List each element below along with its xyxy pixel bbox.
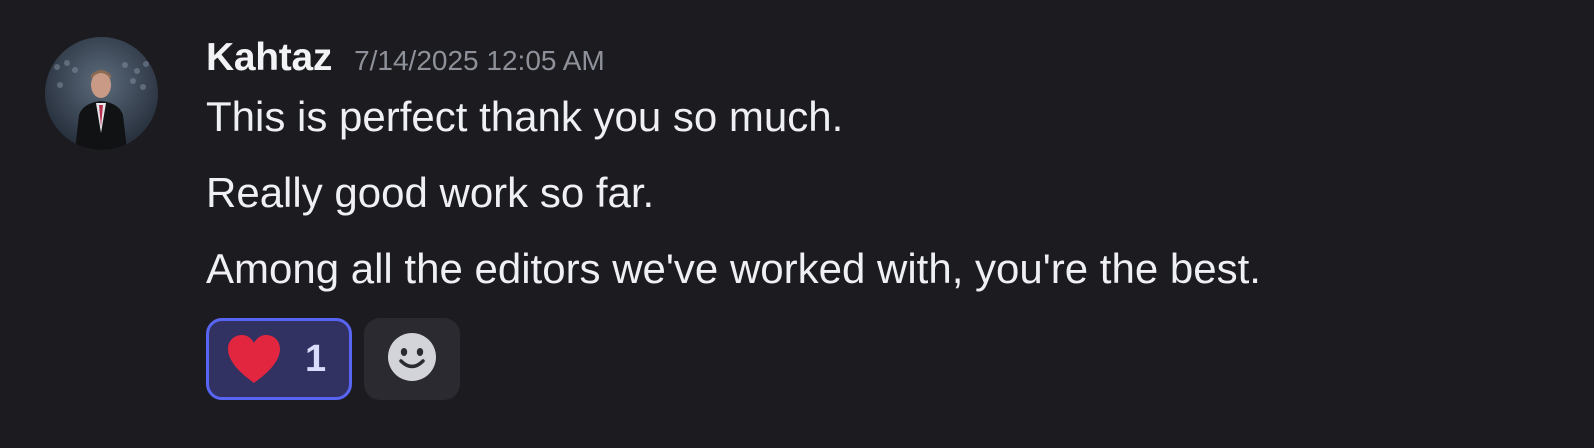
heart-reaction-button[interactable]: 1 (206, 318, 352, 400)
message-content: Kahtaz 7/14/2025 12:05 AM This is perfec… (206, 36, 1574, 400)
message-line: This is perfect thank you so much. (206, 93, 844, 140)
message-line: Really good work so far. (206, 169, 655, 216)
message-header: Kahtaz 7/14/2025 12:05 AM (206, 36, 1574, 88)
message-timestamp: 7/14/2025 12:05 AM (354, 45, 605, 76)
smiley-face-icon (387, 332, 437, 387)
avatar-photo (45, 37, 158, 150)
reactions-bar: 1 (206, 318, 1574, 400)
add-reaction-button[interactable] (364, 318, 460, 400)
heart-icon (225, 333, 283, 385)
chat-message: Kahtaz 7/14/2025 12:05 AM This is perfec… (0, 0, 1594, 448)
reaction-count: 1 (305, 337, 327, 380)
message-line: Among all the editors we've worked with,… (206, 245, 1261, 292)
author-username[interactable]: Kahtaz (206, 36, 332, 80)
user-avatar[interactable] (45, 37, 158, 150)
